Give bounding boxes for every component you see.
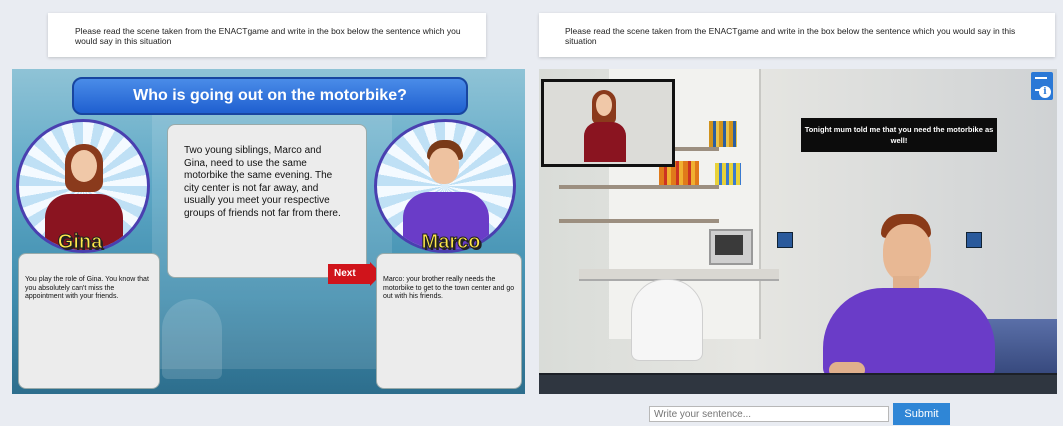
books-row-3 (715, 163, 741, 185)
submit-button[interactable]: Submit (893, 403, 950, 425)
marco-role-card: Marco: your brother really needs the mot… (376, 253, 522, 389)
next-button-label: Next (334, 268, 356, 279)
marco-avatar (819, 214, 1019, 379)
marco-name-tag: Marco (421, 231, 481, 254)
shelf-2 (559, 185, 719, 189)
scene-bottom-bar (539, 373, 1057, 394)
story-card: Two young siblings, Marco and Gina, need… (167, 124, 367, 278)
instruction-box-left: Please read the scene taken from the ENA… (48, 13, 486, 57)
desk (579, 269, 779, 281)
wall-button-1 (777, 232, 793, 248)
gina-face (71, 150, 97, 182)
chair (631, 279, 703, 361)
instruction-text-left: Please read the scene taken from the ENA… (75, 26, 461, 46)
scene-dialog-panel: Tonight mum told me that you need the mo… (539, 69, 1057, 394)
speech-bubble: Tonight mum told me that you need the mo… (801, 118, 997, 152)
info-circle: i (1039, 86, 1051, 98)
books-row-1 (709, 121, 737, 147)
background-chair (162, 299, 222, 379)
instruction-text-right: Please read the scene taken from the ENA… (565, 26, 1016, 46)
gina-role-text: You play the role of Gina. You know that… (25, 276, 149, 300)
story-text: Two young siblings, Marco and Gina, need… (184, 145, 341, 219)
document-info-icon[interactable]: i (1031, 72, 1053, 100)
scene-title: Who is going out on the motorbike? (72, 77, 468, 115)
scene-intro-panel: Who is going out on the motorbike? Gina … (12, 69, 525, 394)
inset-gina-face (596, 94, 612, 116)
player-view-inset (541, 79, 675, 167)
monitor-screen (715, 235, 743, 255)
marco-role-text: Marco: your brother really needs the mot… (383, 276, 515, 300)
marco-avatar-face (883, 224, 931, 282)
gina-role-card: You play the role of Gina. You know that… (18, 253, 160, 389)
sentence-input[interactable] (649, 406, 889, 422)
inset-gina-shirt (584, 122, 626, 162)
instruction-box-right: Please read the scene taken from the ENA… (539, 13, 1055, 57)
gina-name-tag: Gina (57, 231, 103, 254)
shelf-3 (559, 219, 719, 223)
marco-face (429, 148, 459, 184)
